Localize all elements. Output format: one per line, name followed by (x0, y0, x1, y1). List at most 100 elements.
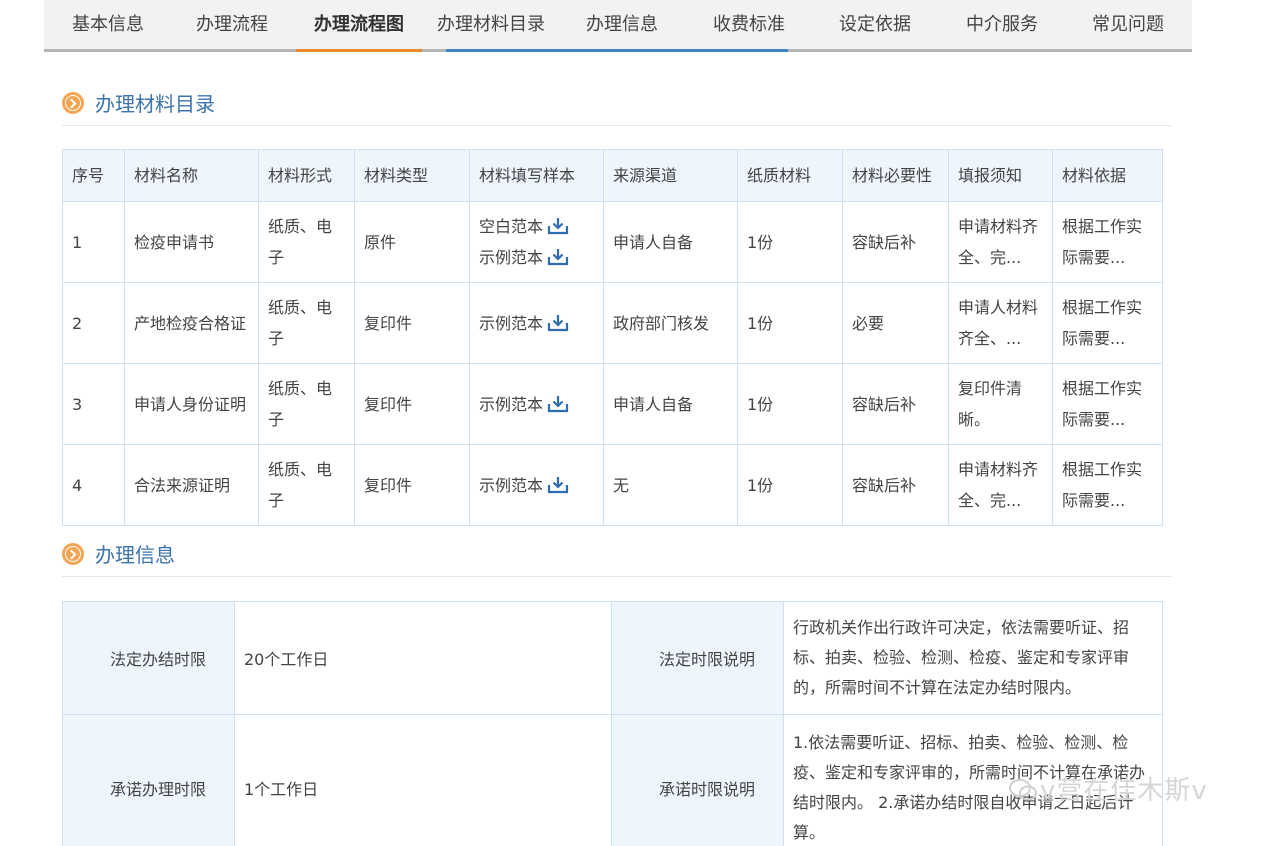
download-icon (547, 218, 569, 235)
cell-form: 纸质、电子 (258, 282, 355, 364)
tab-handling-info[interactable]: 办理信息 (572, 0, 672, 49)
cell-type: 复印件 (354, 444, 470, 526)
sample-label: 示例范本 (479, 313, 544, 333)
cell-form: 纸质、电子 (258, 363, 355, 445)
handling-info-table: 法定办结时限 20个工作日 法定时限说明 行政机关作出行政许可决定，依法需要听证… (62, 601, 1163, 846)
cell-samples: 示例范本 (469, 363, 604, 445)
cell-necessity: 容缺后补 (842, 363, 949, 445)
tab-materials[interactable]: 办理材料目录 (430, 0, 552, 49)
sample-label: 示例范本 (479, 394, 544, 414)
materials-table: 序号 材料名称 材料形式 材料类型 材料填写样本 来源渠道 纸质材料 材料必要性… (62, 149, 1163, 526)
cell-source: 政府部门核发 (603, 282, 738, 364)
cell-basis[interactable]: 根据工作实际需要... (1052, 282, 1163, 364)
col-header: 纸质材料 (737, 149, 843, 202)
cell-name: 产地检疫合格证 (124, 282, 259, 364)
cell-necessity: 必要 (842, 282, 949, 364)
promised-limit-desc-label: 承诺时限说明 (611, 714, 784, 846)
cell-form: 纸质、电子 (258, 201, 355, 283)
table-row: 3 申请人身份证明 纸质、电子 复印件 示例范本 申请人自备 1份 容缺后补 复… (62, 363, 1163, 445)
cell-source: 申请人自备 (603, 363, 738, 445)
tab-process[interactable]: 办理流程 (182, 0, 282, 49)
info-section-title: 办理信息 (95, 543, 175, 567)
col-header: 材料依据 (1052, 149, 1163, 202)
col-header: 材料名称 (124, 149, 259, 202)
materials-section-header: 办理材料目录 (62, 92, 1172, 126)
legal-limit-desc-label: 法定时限说明 (611, 601, 784, 715)
cell-name: 检疫申请书 (124, 201, 259, 283)
table-header-row: 序号 材料名称 材料形式 材料类型 材料填写样本 来源渠道 纸质材料 材料必要性… (62, 149, 1163, 202)
cell-no: 3 (62, 363, 125, 445)
legal-limit-label: 法定办结时限 (62, 601, 235, 715)
tab-faq[interactable]: 常见问题 (1078, 0, 1178, 49)
col-header: 材料必要性 (842, 149, 949, 202)
cell-notice[interactable]: 申请材料齐全、完... (948, 444, 1053, 526)
materials-section-title: 办理材料目录 (95, 92, 215, 116)
download-icon (547, 395, 569, 412)
cell-no: 1 (62, 201, 125, 283)
cell-type: 复印件 (354, 282, 470, 364)
cell-form: 纸质、电子 (258, 444, 355, 526)
tab-legal-basis[interactable]: 设定依据 (825, 0, 925, 49)
tab-process-chart[interactable]: 办理流程图 (296, 0, 422, 52)
arrow-circle-icon (62, 92, 84, 114)
watermark: v营在佳木斯v (1008, 770, 1208, 807)
cell-paper: 1份 (737, 363, 843, 445)
sample-label: 示例范本 (479, 475, 544, 495)
col-header: 材料类型 (354, 149, 470, 202)
legal-limit-desc: 行政机关作出行政许可决定，依法需要听证、招标、拍卖、检验、检测、检疫、鉴定和专家… (783, 601, 1163, 715)
cell-notice[interactable]: 复印件清晰。 (948, 363, 1053, 445)
cell-no: 4 (62, 444, 125, 526)
page: 基本信息 办理流程 办理流程图 办理材料目录 办理信息 收费标准 设定依据 中介… (44, 0, 1207, 846)
cell-basis[interactable]: 根据工作实际需要... (1052, 363, 1163, 445)
tab-fees[interactable]: 收费标准 (699, 0, 799, 49)
info-section-header: 办理信息 (62, 543, 1172, 577)
cell-name: 申请人身份证明 (124, 363, 259, 445)
download-icon (547, 314, 569, 331)
tab-scroll-indicator (446, 49, 788, 52)
sample-label: 示例范本 (479, 248, 544, 267)
cell-notice[interactable]: 申请材料齐全、完... (948, 201, 1053, 283)
watermark-text: v营在佳木斯v (1040, 776, 1208, 806)
download-icon (547, 476, 569, 493)
cell-paper: 1份 (737, 282, 843, 364)
cell-name: 合法来源证明 (124, 444, 259, 526)
tab-intermediary[interactable]: 中介服务 (952, 0, 1052, 49)
table-row: 1 检疫申请书 纸质、电子 原件 空白范本 示例范本 申请人自备 1份 容缺后补… (62, 201, 1163, 283)
legal-limit-value: 20个工作日 (234, 601, 612, 715)
cell-source: 申请人自备 (603, 201, 738, 283)
col-header: 来源渠道 (603, 149, 738, 202)
info-row: 法定办结时限 20个工作日 法定时限说明 行政机关作出行政许可决定，依法需要听证… (62, 601, 1163, 715)
cell-paper: 1份 (737, 201, 843, 283)
example-sample-link[interactable]: 示例范本 (479, 470, 594, 501)
cell-paper: 1份 (737, 444, 843, 526)
sample-label: 空白范本 (479, 217, 544, 236)
cell-necessity: 容缺后补 (842, 444, 949, 526)
cell-samples: 示例范本 (469, 282, 604, 364)
download-icon (547, 249, 569, 266)
table-row: 4 合法来源证明 纸质、电子 复印件 示例范本 无 1份 容缺后补 申请材料齐全… (62, 444, 1163, 526)
cell-necessity: 容缺后补 (842, 201, 949, 283)
col-header: 序号 (62, 149, 125, 202)
tab-basic-info[interactable]: 基本信息 (58, 0, 158, 49)
cell-basis[interactable]: 根据工作实际需要... (1052, 444, 1163, 526)
cell-samples: 示例范本 (469, 444, 604, 526)
col-header: 材料形式 (258, 149, 355, 202)
arrow-circle-icon (62, 543, 84, 565)
cell-type: 复印件 (354, 363, 470, 445)
tab-bar: 基本信息 办理流程 办理流程图 办理材料目录 办理信息 收费标准 设定依据 中介… (44, 0, 1192, 52)
table-row: 2 产地检疫合格证 纸质、电子 复印件 示例范本 政府部门核发 1份 必要 申请… (62, 282, 1163, 364)
example-sample-link[interactable]: 示例范本 (479, 242, 594, 273)
example-sample-link[interactable]: 示例范本 (479, 389, 594, 420)
blank-sample-link[interactable]: 空白范本 (479, 211, 594, 242)
cell-type: 原件 (354, 201, 470, 283)
cell-source: 无 (603, 444, 738, 526)
cell-samples: 空白范本 示例范本 (469, 201, 604, 283)
promised-limit-value: 1个工作日 (234, 714, 612, 846)
cell-no: 2 (62, 282, 125, 364)
col-header: 填报须知 (948, 149, 1053, 202)
cell-notice[interactable]: 申请人材料齐全、... (948, 282, 1053, 364)
info-row: 承诺办理时限 1个工作日 承诺时限说明 1.依法需要听证、招标、拍卖、检验、检测… (62, 714, 1163, 846)
example-sample-link[interactable]: 示例范本 (479, 308, 594, 339)
cell-basis[interactable]: 根据工作实际需要... (1052, 201, 1163, 283)
wechat-icon (1009, 779, 1037, 801)
